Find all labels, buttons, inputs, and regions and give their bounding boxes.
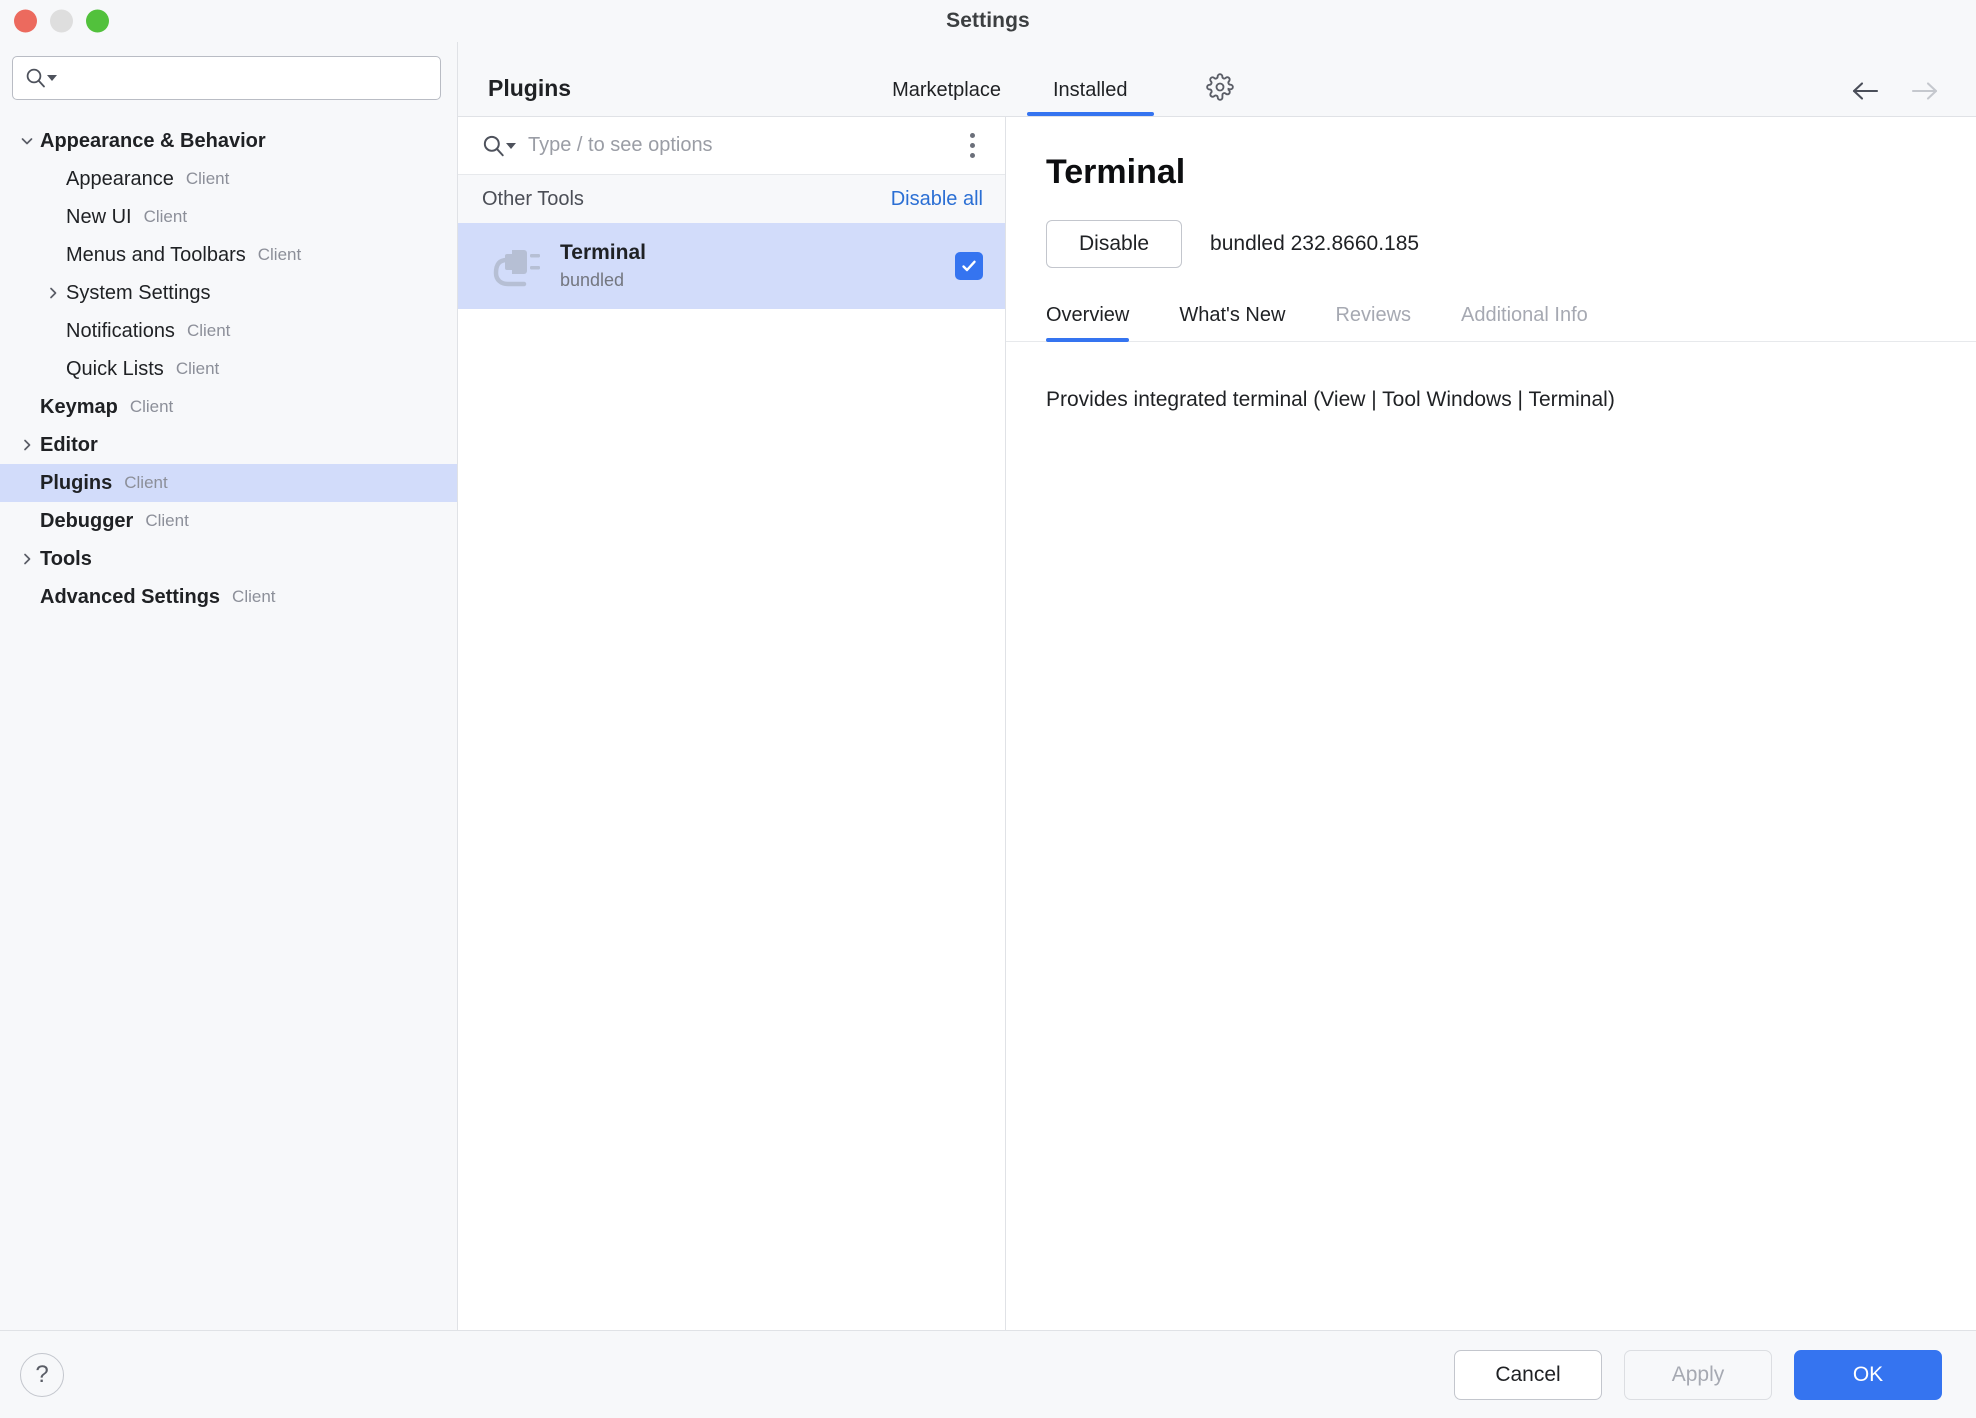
arrow-left-icon[interactable]	[1850, 80, 1880, 102]
plugin-sub-label: bundled	[560, 270, 955, 291]
sidebar-item-label: System Settings	[66, 282, 211, 305]
settings-tree: Appearance & Behavior Appearance Client …	[0, 122, 457, 1330]
disable-all-link[interactable]: Disable all	[891, 188, 983, 211]
sidebar-item-tag: Client	[144, 207, 187, 227]
settings-sidebar: Appearance & Behavior Appearance Client …	[0, 42, 458, 1330]
sidebar-item-label: New UI	[66, 206, 132, 229]
search-dropdown-arrow-icon[interactable]	[506, 137, 516, 155]
sidebar-item-tools[interactable]: Tools	[0, 540, 457, 578]
plugins-header: Plugins Marketplace Installed	[458, 42, 1976, 116]
plugin-row-terminal[interactable]: Terminal bundled	[458, 223, 1005, 309]
sidebar-item-plugins[interactable]: Plugins Client	[0, 464, 457, 502]
sidebar-item-label: Appearance	[66, 168, 174, 191]
plugin-settings-button[interactable]	[1206, 73, 1234, 116]
sidebar-item-label: Tools	[40, 548, 92, 571]
sidebar-item-label: Quick Lists	[66, 358, 164, 381]
sidebar-item-label: Advanced Settings	[40, 586, 220, 609]
plugin-list-panel: Other Tools Disable all	[458, 117, 1006, 1330]
tab-overview[interactable]: Overview	[1046, 304, 1129, 341]
plugin-group-title: Other Tools	[482, 188, 584, 211]
sidebar-item-keymap[interactable]: Keymap Client	[0, 388, 457, 426]
search-icon	[25, 67, 47, 89]
sidebar-item-label: Editor	[40, 434, 98, 457]
sidebar-item-quick-lists[interactable]: Quick Lists Client	[0, 350, 457, 388]
sidebar-item-tag: Client	[130, 397, 173, 417]
cancel-button[interactable]: Cancel	[1454, 1350, 1602, 1400]
maximize-window-button[interactable]	[86, 10, 109, 33]
tab-marketplace[interactable]: Marketplace	[866, 79, 1027, 116]
plugin-search-input[interactable]	[516, 134, 959, 157]
minimize-window-button[interactable]	[50, 10, 73, 33]
search-dropdown-arrow-icon[interactable]	[47, 69, 57, 87]
sidebar-item-label: Plugins	[40, 472, 112, 495]
settings-search-box[interactable]	[12, 56, 441, 100]
search-icon	[482, 134, 506, 158]
sidebar-item-tag: Client	[186, 169, 229, 189]
tab-installed[interactable]: Installed	[1027, 79, 1154, 116]
sidebar-item-tag: Client	[176, 359, 219, 379]
tab-additional-info: Additional Info	[1461, 304, 1588, 341]
sidebar-item-tag: Client	[232, 587, 275, 607]
dialog-footer: ? Cancel Apply OK	[0, 1330, 1976, 1418]
ok-button[interactable]: OK	[1794, 1350, 1942, 1400]
sidebar-item-tag: Client	[145, 511, 188, 531]
sidebar-item-debugger[interactable]: Debugger Client	[0, 502, 457, 540]
chevron-right-icon[interactable]	[14, 437, 40, 453]
kebab-menu-icon[interactable]	[959, 129, 985, 162]
sidebar-item-new-ui[interactable]: New UI Client	[0, 198, 457, 236]
sidebar-item-label: Menus and Toolbars	[66, 244, 246, 267]
tab-reviews: Reviews	[1335, 304, 1411, 341]
chevron-right-icon[interactable]	[40, 285, 66, 301]
sidebar-item-label: Keymap	[40, 396, 118, 419]
sidebar-item-label: Notifications	[66, 320, 175, 343]
title-bar: Settings	[0, 0, 1976, 42]
settings-window: Settings	[0, 0, 1976, 1418]
sidebar-item-tag: Client	[258, 245, 301, 265]
plugin-group-header: Other Tools Disable all	[458, 175, 1005, 223]
sidebar-item-notifications[interactable]: Notifications Client	[0, 312, 457, 350]
sidebar-item-appearance[interactable]: Appearance Client	[0, 160, 457, 198]
apply-button: Apply	[1624, 1350, 1772, 1400]
plugin-row-text: Terminal bundled	[560, 241, 955, 291]
footer-buttons: Cancel Apply OK	[1454, 1350, 1942, 1400]
plugin-detail-panel: Terminal Disable bundled 232.8660.185 Ov…	[1006, 117, 1976, 1330]
plugin-version-label: bundled 232.8660.185	[1210, 232, 1419, 256]
chevron-right-icon[interactable]	[14, 551, 40, 567]
plugin-detail-actions: Disable bundled 232.8660.185	[1046, 220, 1936, 268]
help-button[interactable]: ?	[20, 1353, 64, 1397]
disable-plugin-button[interactable]: Disable	[1046, 220, 1182, 268]
plugins-panels: Other Tools Disable all	[458, 116, 1976, 1330]
plugin-search-bar[interactable]	[458, 117, 1005, 175]
plugin-name: Terminal	[560, 241, 955, 265]
traffic-lights	[14, 10, 109, 33]
sidebar-item-tag: Client	[124, 473, 167, 493]
plugin-description: Provides integrated terminal (View | Too…	[1046, 342, 1936, 416]
sidebar-item-label: Appearance & Behavior	[40, 130, 266, 153]
sidebar-item-label: Debugger	[40, 510, 133, 533]
sidebar-item-editor[interactable]: Editor	[0, 426, 457, 464]
plugin-detail-tab-strip: Overview What's New Reviews Additional I…	[1006, 304, 1976, 342]
page-title: Plugins	[488, 75, 571, 116]
chevron-down-icon[interactable]	[14, 133, 40, 149]
plugins-tab-strip: Marketplace Installed	[866, 79, 1153, 116]
sidebar-item-menus-and-toolbars[interactable]: Menus and Toolbars Client	[0, 236, 457, 274]
settings-search-input[interactable]	[57, 68, 428, 89]
plugin-detail-title: Terminal	[1046, 153, 1936, 192]
sidebar-item-appearance-and-behavior[interactable]: Appearance & Behavior	[0, 122, 457, 160]
plug-icon	[488, 240, 544, 292]
plugin-enabled-checkbox[interactable]	[955, 252, 983, 280]
sidebar-item-advanced-settings[interactable]: Advanced Settings Client	[0, 578, 457, 616]
tab-whats-new[interactable]: What's New	[1179, 304, 1285, 341]
close-window-button[interactable]	[14, 10, 37, 33]
window-title: Settings	[0, 9, 1976, 33]
gear-icon	[1206, 73, 1234, 106]
plugin-rows: Terminal bundled	[458, 223, 1005, 1330]
history-navigation	[1850, 80, 1940, 102]
sidebar-item-system-settings[interactable]: System Settings	[0, 274, 457, 312]
settings-content: Plugins Marketplace Installed	[458, 42, 1976, 1330]
sidebar-item-tag: Client	[187, 321, 230, 341]
arrow-right-icon	[1910, 80, 1940, 102]
body-split: Appearance & Behavior Appearance Client …	[0, 42, 1976, 1330]
